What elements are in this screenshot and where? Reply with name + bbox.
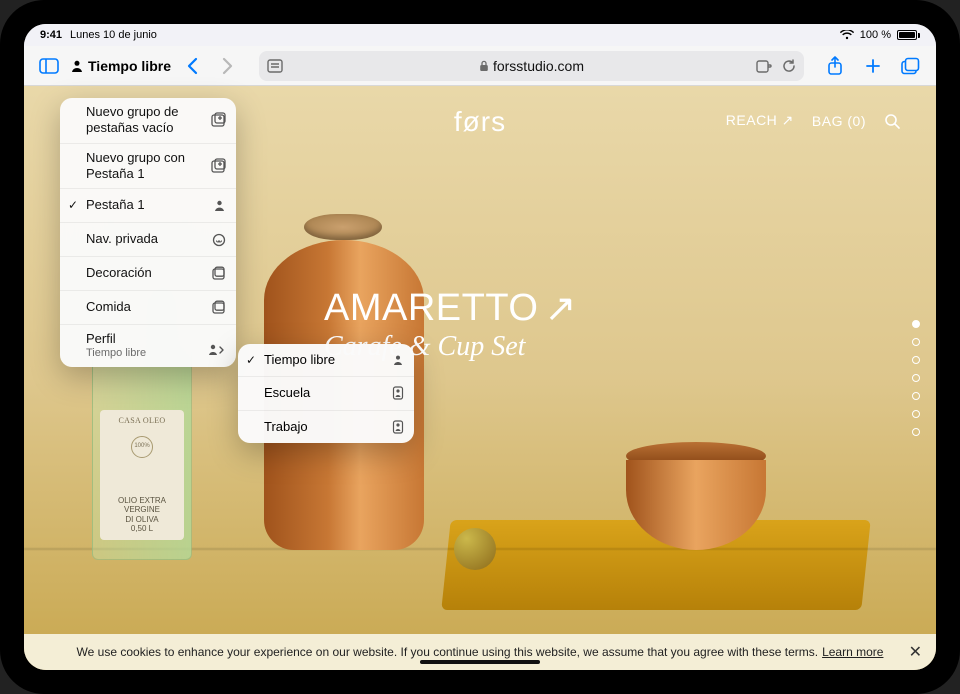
profile-option-label: Trabajo	[264, 419, 308, 435]
safari-toolbar: Tiempo libre forsstudio.com	[24, 46, 936, 86]
carousel-dot[interactable]	[912, 338, 920, 346]
site-logo[interactable]: førs	[454, 106, 506, 138]
person-badge-icon	[392, 386, 404, 400]
status-date: Lunes 10 de junio	[70, 29, 157, 41]
address-bar[interactable]: forsstudio.com	[259, 51, 804, 81]
carafe-lid	[304, 214, 382, 240]
tab-group-new-icon	[210, 112, 226, 128]
tab-group-new-icon	[210, 158, 226, 174]
tab-group-icon	[211, 300, 226, 315]
battery-icon	[897, 30, 920, 40]
profile-pill[interactable]: Tiempo libre	[70, 58, 171, 74]
profile-option-label: Escuela	[264, 385, 310, 401]
profile-tiempo-libre[interactable]: ✓ Tiempo libre	[238, 344, 414, 377]
forward-button[interactable]	[213, 51, 243, 81]
page-settings-icon[interactable]	[267, 59, 283, 73]
home-indicator[interactable]	[420, 660, 540, 664]
search-icon[interactable]	[884, 113, 900, 129]
person-chevron-icon	[208, 343, 226, 357]
battery-percent: 100 %	[860, 29, 891, 41]
tab-group-icon	[211, 266, 226, 281]
carousel-dot[interactable]	[912, 356, 920, 364]
bottle-text-3: DI OLIVA	[125, 515, 158, 525]
bottle-text-4: 0,50 L	[131, 524, 153, 534]
bottle-label: CASA OLEO 100% OLIO EXTRA VERGINE DI OLI…	[100, 410, 184, 540]
private-icon	[212, 233, 226, 247]
person-icon	[70, 59, 84, 73]
nav-reach[interactable]: REACH ↗	[726, 112, 794, 129]
lock-icon	[479, 60, 489, 72]
menu-profile-row[interactable]: Perfil Tiempo libre	[60, 325, 236, 367]
status-time: 9:41	[40, 29, 62, 41]
address-url: forsstudio.com	[493, 58, 584, 74]
cookie-banner: We use cookies to enhance your experienc…	[24, 634, 936, 670]
carousel-dots	[912, 320, 920, 436]
new-tab-button[interactable]	[858, 51, 888, 81]
menu-profile-current: Tiempo libre	[86, 347, 146, 361]
menu-new-empty-group[interactable]: Nuevo grupo de pestañas vacío	[60, 98, 236, 144]
menu-item-label: Nuevo grupo con Pestaña 1	[86, 150, 206, 183]
reload-icon[interactable]	[782, 59, 796, 73]
menu-tab-1[interactable]: ✓ Pestaña 1	[60, 189, 236, 223]
person-icon	[213, 199, 226, 212]
menu-item-label: Decoración	[86, 265, 152, 281]
carousel-dot[interactable]	[912, 320, 920, 328]
menu-private[interactable]: Nav. privada	[60, 223, 236, 257]
profile-escuela[interactable]: Escuela	[238, 377, 414, 410]
status-bar: 9:41 Lunes 10 de junio 100 %	[24, 24, 936, 46]
extensions-icon[interactable]	[756, 59, 772, 73]
screen: 9:41 Lunes 10 de junio 100 % Tiempo libr…	[24, 24, 936, 670]
menu-item-label: Perfil	[86, 331, 116, 347]
check-icon: ✓	[246, 353, 256, 368]
arrow-icon: ↗	[544, 286, 576, 331]
wifi-icon	[840, 30, 854, 40]
tabs-overview-button[interactable]	[896, 51, 926, 81]
profile-pill-label: Tiempo libre	[88, 58, 171, 74]
tab-groups-menu: Nuevo grupo de pestañas vacío Nuevo grup…	[60, 98, 236, 367]
ipad-frame: 9:41 Lunes 10 de junio 100 % Tiempo libr…	[0, 0, 960, 694]
check-icon: ✓	[68, 198, 78, 213]
menu-group-comida[interactable]: Comida	[60, 291, 236, 325]
carousel-dot[interactable]	[912, 428, 920, 436]
close-icon[interactable]: ✕	[909, 642, 922, 662]
person-badge-icon	[392, 420, 404, 434]
menu-group-decoracion[interactable]: Decoración	[60, 257, 236, 291]
share-button[interactable]	[820, 51, 850, 81]
site-nav: REACH ↗ BAG (0)	[726, 112, 900, 129]
fruit-graphic	[454, 528, 496, 570]
profile-option-label: Tiempo libre	[264, 352, 335, 368]
bottle-text-2: VERGINE	[124, 505, 160, 515]
sidebar-toggle-button[interactable]	[34, 51, 64, 81]
cookie-learn-more[interactable]: Learn more	[822, 645, 883, 659]
profile-trabajo[interactable]: Trabajo	[238, 411, 414, 443]
carousel-dot[interactable]	[912, 374, 920, 382]
menu-item-label: Comida	[86, 299, 131, 315]
cookie-text: We use cookies to enhance your experienc…	[77, 645, 819, 659]
profile-submenu: ✓ Tiempo libre Escuela Trabajo	[238, 344, 414, 443]
person-icon	[392, 354, 404, 366]
menu-item-label: Pestaña 1	[86, 197, 145, 213]
back-button[interactable]	[177, 51, 207, 81]
carousel-dot[interactable]	[912, 410, 920, 418]
carousel-dot[interactable]	[912, 392, 920, 400]
menu-item-label: Nav. privada	[86, 231, 158, 247]
nav-bag[interactable]: BAG (0)	[812, 113, 866, 129]
menu-new-group-with-tab[interactable]: Nuevo grupo con Pestaña 1	[60, 144, 236, 190]
bottle-text-1: OLIO EXTRA	[118, 496, 166, 506]
menu-item-label: Nuevo grupo de pestañas vacío	[86, 104, 206, 137]
hero-title[interactable]: AMARETTO	[324, 287, 538, 330]
